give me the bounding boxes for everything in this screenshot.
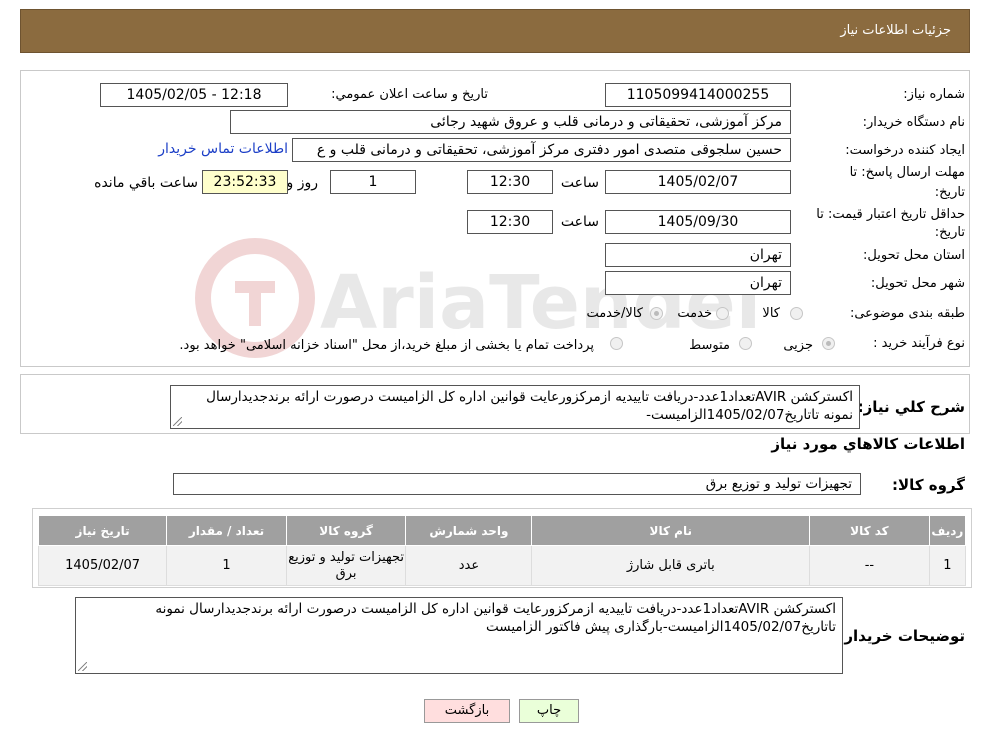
print-button[interactable]: چاپ (519, 699, 579, 723)
days-remaining-field: 1 (330, 170, 416, 194)
province-field: تهران (605, 243, 791, 267)
buyer-notes-text: اکسترکشن AVIRتعداد1عدد-دریافت تاییدیه از… (155, 601, 836, 635)
table-row: 1 -- باتری قابل شارژ عدد تجهیزات تولید و… (37, 545, 967, 586)
process-option-medium: متوسط (689, 338, 730, 353)
col-header-group: گروه کالا (285, 515, 407, 546)
category-label: طبقه بندی موضوعی: (849, 306, 965, 321)
col-header-name: نام کالا (531, 515, 811, 546)
validity-date-field: 1405/09/30 (605, 210, 791, 234)
buyer-notes-textarea[interactable]: اکسترکشن AVIRتعداد1عدد-دریافت تاییدیه از… (75, 597, 843, 674)
resize-grip-icon[interactable] (173, 417, 182, 426)
announce-field: 1405/02/05 - 12:18 (100, 83, 288, 107)
cell-name: باتری قابل شارژ (531, 545, 811, 586)
summary-label: شرح کلي نياز: (857, 398, 965, 416)
need-number-label: شماره نیاز: (903, 87, 965, 102)
page-header: جزئیات اطلاعات نیاز (20, 9, 970, 53)
process-checkbox-treasury[interactable] (610, 337, 623, 350)
remaining-time-label: ساعت باقي مانده (94, 175, 198, 191)
contact-info-link[interactable]: اطلاعات تماس خریدار (158, 141, 288, 157)
validity-label: حداقل تاریخ اعتبار قیمت: تا (816, 207, 965, 222)
process-note: پرداخت تمام یا بخشی از مبلغ خرید،از محل … (179, 338, 594, 353)
category-radio-service[interactable] (716, 307, 729, 320)
category-radio-goods-service[interactable] (650, 307, 663, 320)
back-button[interactable]: بازگشت (424, 699, 510, 723)
cell-code: -- (809, 545, 930, 586)
process-radio-minor[interactable] (822, 337, 835, 350)
table-header-row: رديف کد کالا نام کالا واحد شمارش گروه کا… (37, 515, 967, 546)
category-option-goods-service: کالا/خدمت (586, 306, 643, 321)
resize-grip-icon[interactable] (78, 662, 87, 671)
process-radio-medium[interactable] (739, 337, 752, 350)
col-header-row-no: رديف (928, 515, 967, 546)
city-label: شهر محل تحویل: (870, 276, 965, 291)
process-label: نوع فرآیند خرید : (873, 336, 965, 351)
city-field: تهران (605, 271, 791, 295)
creator-label: ایجاد کننده درخواست: (845, 143, 965, 158)
remaining-time-field: 23:52:33 (202, 170, 288, 194)
days-label: روز و (286, 175, 319, 191)
validity-time-field: 12:30 (467, 210, 553, 234)
creator-field: حسین سلجوقی متصدی امور دفتری مرکز آموزشی… (292, 138, 791, 162)
deadline-label: مهلت ارسال پاسخ: تا (849, 165, 965, 180)
summary-text: اکسترکشن AVIRتعداد1عدد-دریافت تاییدیه از… (206, 389, 853, 423)
need-number-field: 1105099414000255 (605, 83, 791, 107)
deadline-time-label: ساعت (560, 175, 599, 191)
col-header-code: کد کالا (809, 515, 930, 546)
buyer-org-field: مرکز آموزشی، تحقیقاتی و درمانی قلب و عرو… (230, 110, 791, 134)
cell-date: 1405/02/07 (37, 545, 168, 586)
col-header-date: تاريخ نياز (37, 515, 168, 546)
page-title: جزئیات اطلاعات نیاز (840, 23, 951, 38)
summary-textarea[interactable]: اکسترکشن AVIRتعداد1عدد-دریافت تاییدیه از… (170, 385, 860, 429)
category-radio-goods[interactable] (790, 307, 803, 320)
cell-unit: عدد (405, 545, 533, 586)
goods-section-title: اطلاعات کالاهاي مورد نياز (771, 435, 965, 453)
deadline-time-field: 12:30 (467, 170, 553, 194)
process-option-minor: جزیی (783, 338, 813, 353)
province-label: استان محل تحویل: (863, 248, 965, 263)
buyer-org-label: نام دستگاه خریدار: (862, 115, 965, 130)
col-header-unit: واحد شمارش (405, 515, 533, 546)
validity-time-label: ساعت (560, 214, 599, 230)
cell-qty: 1 (166, 545, 287, 586)
cell-group: تجهیزات تولید و توزیع برق (285, 545, 407, 586)
announce-label: تاريخ و ساعت اعلان عمومي: (331, 87, 488, 102)
goods-group-field: تجهیزات تولید و توزیع برق (173, 473, 861, 495)
validity-label-date: تاریخ: (934, 225, 965, 240)
category-option-service: خدمت (677, 306, 712, 321)
category-option-goods: کالا (762, 306, 780, 321)
col-header-qty: تعداد / مقدار (166, 515, 287, 546)
items-table: رديف کد کالا نام کالا واحد شمارش گروه کا… (37, 515, 967, 586)
deadline-date-field: 1405/02/07 (605, 170, 791, 194)
goods-group-label: گروه کالا: (892, 476, 965, 494)
buyer-notes-label: توضیحات خریدار: (838, 627, 965, 645)
deadline-label-date: تاریخ: (934, 185, 965, 200)
cell-row-no: 1 (928, 545, 967, 586)
